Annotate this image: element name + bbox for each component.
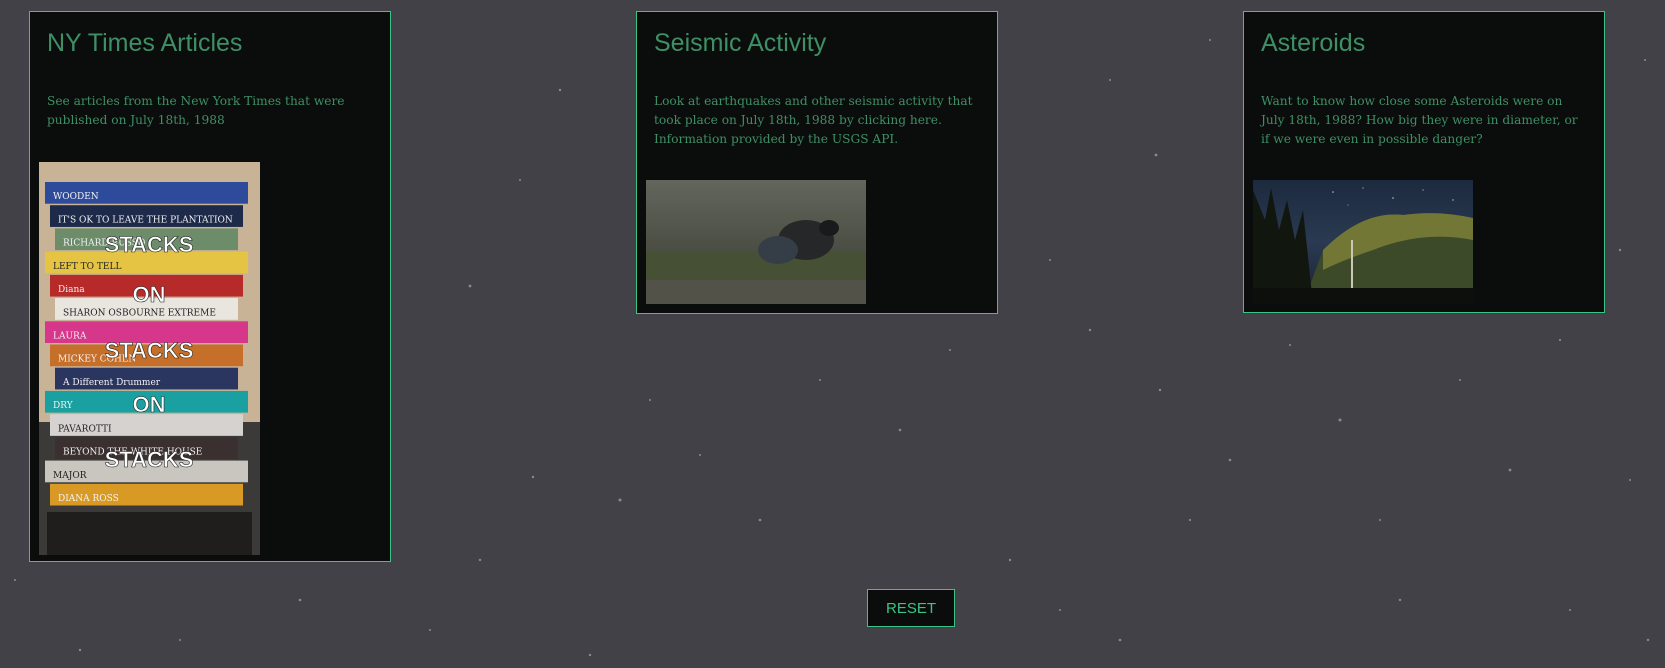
card-description: Look at earthquakes and other seismic ac… <box>654 94 973 146</box>
asteroids-card[interactable]: Asteroids Want to know how close some As… <box>1243 11 1605 313</box>
card-description: Want to know how close some Asteroids we… <box>1261 94 1578 146</box>
nyt-articles-card[interactable]: NY Times Articles See articles from the … <box>29 11 391 562</box>
overlay-word: STACKS <box>105 232 194 257</box>
card-description: See articles from the New York Times tha… <box>47 94 345 127</box>
book-spine-label: IT'S OK TO LEAVE THE PLANTATION <box>58 215 233 225</box>
earthquake-image[interactable] <box>646 180 866 304</box>
book-spine-label: MAJOR <box>53 471 87 481</box>
book-spine-label: DRY <box>53 401 74 411</box>
book-spine-label: LEFT TO TELL <box>53 262 121 272</box>
overlay-word: STACKS <box>105 338 194 363</box>
seismic-activity-card[interactable]: Seismic Activity Look at earthquakes and… <box>636 11 998 314</box>
stacks-of-books-image[interactable]: WOODEN IT'S OK TO LEAVE THE PLANTATION RIC… <box>39 162 260 555</box>
card-title[interactable]: NY Times Articles <box>47 29 242 58</box>
overlay-word: ON <box>133 392 166 417</box>
overlay-word: STACKS <box>105 447 194 472</box>
card-title[interactable]: Asteroids <box>1261 29 1365 58</box>
book-spine-label: Diana <box>58 285 85 295</box>
night-sky-forest-image[interactable] <box>1253 180 1473 304</box>
overlay-word: ON <box>133 282 166 307</box>
reset-button[interactable]: RESET <box>867 589 955 627</box>
book-spine-label: LAURA <box>53 332 87 342</box>
book-spine-label: PAVAROTTI <box>58 424 112 434</box>
card-title[interactable]: Seismic Activity <box>654 29 826 58</box>
book-spine-label: WOODEN <box>53 192 99 202</box>
book-spine-label: A Different Drummer <box>62 378 161 388</box>
book-spine-label: DIANA ROSS <box>58 494 119 504</box>
book-spine-label: SHARON OSBOURNE EXTREME <box>63 308 216 318</box>
